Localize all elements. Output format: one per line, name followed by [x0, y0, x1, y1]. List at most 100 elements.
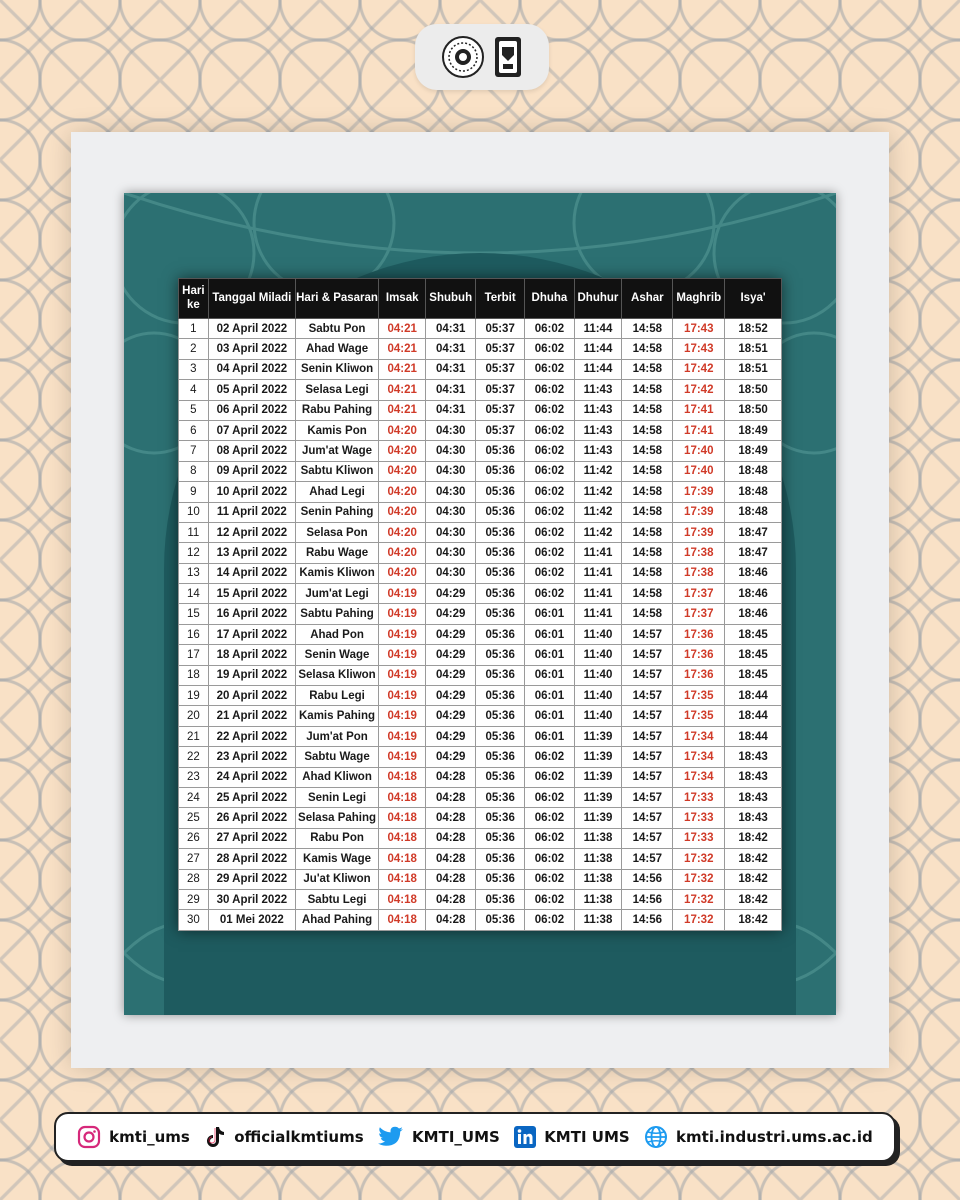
cell-hari-pasaran: Kamis Pon [295, 419, 380, 442]
cell-dhuhur: 11:40 [573, 623, 623, 646]
header-tanggal-miladi: Tanggal Miladi [207, 278, 297, 319]
cell-isya: 18:42 [724, 888, 782, 911]
cell-isya: 18:43 [724, 786, 782, 809]
table-row: 26 27 April 2022 Rabu Pon 04:18 04:28 05:36 06… [178, 827, 782, 850]
table-row: 7 08 April 2022 Jum'at Wage 04:20 04:30 05:36… [178, 440, 782, 462]
social-tiktok[interactable]: officialkmtiums [204, 1125, 364, 1149]
cell-terbit: 05:36 [475, 481, 526, 503]
cell-hari-ke: 20 [178, 705, 209, 727]
cell-imsak: 04:19 [378, 725, 427, 748]
cell-hari-ke: 7 [178, 440, 209, 462]
cell-imsak: 04:20 [378, 542, 427, 564]
cell-hari-ke: 26 [178, 827, 209, 850]
cell-tanggal: 16 April 2022 [207, 603, 297, 625]
cell-dhuha: 06:02 [524, 827, 575, 850]
cell-dhuhur: 11:38 [573, 827, 623, 850]
cell-hari-ke: 3 [178, 358, 209, 381]
cell-ashar: 14:58 [621, 419, 674, 442]
cell-shubuh: 04:30 [425, 521, 477, 544]
cell-isya: 18:50 [724, 379, 782, 401]
cell-dhuhur: 11:39 [573, 766, 623, 788]
cell-imsak: 04:19 [378, 603, 427, 625]
cell-maghrib: 17:38 [672, 542, 726, 564]
cell-terbit: 05:36 [475, 909, 526, 931]
cell-dhuhur: 11:41 [573, 542, 623, 564]
cell-ashar: 14:58 [621, 583, 674, 605]
cell-ashar: 14:57 [621, 807, 674, 829]
cell-hari-pasaran: Senin Wage [295, 644, 380, 666]
cell-isya: 18:50 [724, 399, 782, 421]
social-instagram[interactable]: kmti_ums [77, 1125, 190, 1149]
cell-dhuhur: 11:41 [573, 562, 623, 585]
cell-hari-ke: 17 [178, 644, 209, 666]
cell-shubuh: 04:31 [425, 379, 477, 401]
cell-hari-ke: 14 [178, 583, 209, 605]
cell-tanggal: 25 April 2022 [207, 786, 297, 809]
cell-dhuhur: 11:40 [573, 705, 623, 727]
cell-shubuh: 04:28 [425, 766, 477, 788]
cell-tanggal: 21 April 2022 [207, 705, 297, 727]
table-body: 1 02 April 2022 Sabtu Pon 04:21 04:31 05:37 06… [178, 317, 782, 931]
logo-bar [415, 24, 549, 90]
cell-hari-pasaran: Senin Kliwon [295, 358, 380, 381]
cell-dhuha: 06:02 [524, 460, 575, 483]
prayer-schedule-table: Hari ke Tanggal Miladi Hari & Pasaran Im… [178, 278, 782, 931]
cell-hari-ke: 12 [178, 542, 209, 564]
cell-maghrib: 17:32 [672, 868, 726, 890]
cell-dhuha: 06:02 [524, 501, 575, 523]
cell-maghrib: 17:34 [672, 766, 726, 788]
cell-dhuhur: 11:44 [573, 358, 623, 381]
cell-maghrib: 17:40 [672, 460, 726, 483]
cell-hari-ke: 22 [178, 746, 209, 768]
cell-dhuha: 06:02 [524, 399, 575, 421]
cell-ashar: 14:57 [621, 746, 674, 768]
cell-shubuh: 04:28 [425, 848, 477, 870]
cell-isya: 18:48 [724, 460, 782, 483]
table-row: 15 16 April 2022 Sabtu Pahing 04:19 04:29 05:… [178, 603, 782, 625]
social-website[interactable]: kmti.industri.ums.ac.id [644, 1125, 873, 1149]
cell-shubuh: 04:29 [425, 583, 477, 605]
cell-maghrib: 17:33 [672, 786, 726, 809]
cell-hari-pasaran: Rabu Wage [295, 542, 380, 564]
cell-dhuha: 06:02 [524, 562, 575, 585]
cell-hari-ke: 6 [178, 419, 209, 442]
cell-isya: 18:47 [724, 521, 782, 544]
cell-isya: 18:47 [724, 542, 782, 564]
cell-shubuh: 04:28 [425, 786, 477, 809]
table-row: 9 10 April 2022 Ahad Legi 04:20 04:30 05:36 06… [178, 481, 782, 503]
cell-imsak: 04:19 [378, 623, 427, 646]
cell-tanggal: 26 April 2022 [207, 807, 297, 829]
cell-maghrib: 17:37 [672, 603, 726, 625]
table-row: 21 22 April 2022 Jum'at Pon 04:19 04:29 05:36… [178, 725, 782, 748]
cell-terbit: 05:36 [475, 562, 526, 585]
cell-maghrib: 17:32 [672, 909, 726, 931]
cell-isya: 18:48 [724, 481, 782, 503]
cell-dhuha: 06:02 [524, 909, 575, 931]
cell-imsak: 04:20 [378, 481, 427, 503]
cell-shubuh: 04:31 [425, 358, 477, 381]
cell-dhuha: 06:02 [524, 807, 575, 829]
cell-dhuhur: 11:42 [573, 481, 623, 503]
cell-isya: 18:42 [724, 827, 782, 850]
cell-dhuhur: 11:39 [573, 725, 623, 748]
header-hari-pasaran: Hari & Pasaran [295, 278, 380, 319]
cell-maghrib: 17:39 [672, 481, 726, 503]
cell-hari-ke: 4 [178, 379, 209, 401]
cell-dhuha: 06:02 [524, 888, 575, 911]
cell-maghrib: 17:38 [672, 562, 726, 585]
cell-terbit: 05:36 [475, 583, 526, 605]
social-twitter-label: KMTI_UMS [412, 1128, 500, 1146]
cell-hari-pasaran: Ahad Pon [295, 623, 380, 646]
cell-dhuhur: 11:40 [573, 685, 623, 707]
cell-hari-ke: 13 [178, 562, 209, 585]
social-linkedin[interactable]: KMTI UMS [514, 1126, 630, 1148]
cell-isya: 18:48 [724, 501, 782, 523]
table-row: 23 24 April 2022 Ahad Kliwon 04:18 04:28 05:3… [178, 766, 782, 788]
social-twitter[interactable]: KMTI_UMS [378, 1126, 500, 1148]
cell-imsak: 04:21 [378, 358, 427, 381]
cell-maghrib: 17:32 [672, 848, 726, 870]
table-row: 29 30 April 2022 Sabtu Legi 04:18 04:28 05:36… [178, 888, 782, 911]
cell-ashar: 14:57 [621, 664, 674, 687]
table-row: 27 28 April 2022 Kamis Wage 04:18 04:28 05:36… [178, 848, 782, 870]
cell-imsak: 04:21 [378, 317, 427, 340]
